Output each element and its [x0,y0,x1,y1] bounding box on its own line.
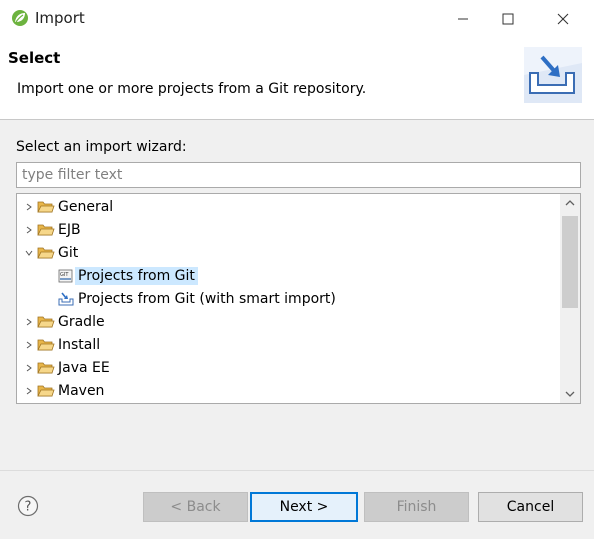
folder-icon [37,339,55,350]
svg-text:?: ? [25,500,32,515]
chevron-up-icon [565,200,575,206]
tree-item-projects-from-git-smart-import[interactable]: Projects from Git (with smart import) [57,287,557,310]
cancel-button[interactable]: Cancel [478,492,583,522]
finish-button[interactable]: Finish [364,492,469,522]
title-bar: Import [0,0,594,37]
tree-item-label: Gradle [58,313,105,330]
folder-icon [37,201,55,212]
svg-text:GIT: GIT [60,272,69,278]
tree-item-maven[interactable]: Maven [21,379,564,402]
tree-item-label: Projects from Git [75,266,198,285]
filter-input[interactable] [16,162,581,188]
folder-icon [37,316,55,327]
wizard-list-label: Select an import wizard: [16,139,187,155]
tree-item-general[interactable]: General [21,195,564,218]
spring-leaf-icon [12,10,28,26]
folder-icon [37,224,55,235]
tree-scrollbar[interactable] [560,194,580,403]
close-button[interactable] [540,0,586,37]
back-button[interactable]: < Back [143,492,248,522]
tree-item-label: Projects from Git (with smart import) [78,290,336,307]
tree-item-label: Java EE [58,359,110,376]
import-banner-icon [524,47,582,103]
tree-item-install[interactable]: Install [21,333,564,356]
chevron-right-icon[interactable] [21,337,37,353]
tree-item-label: Install [58,336,101,353]
tree-item-projects-from-git[interactable]: GIT Projects from Git [57,264,557,287]
scroll-down-button[interactable] [560,385,580,403]
git-repository-icon: GIT [58,269,73,282]
scroll-up-button[interactable] [560,194,580,212]
maximize-icon [502,13,514,24]
scroll-thumb[interactable] [562,216,578,308]
smart-import-icon [58,292,74,305]
chevron-right-icon[interactable] [21,360,37,376]
page-title: Select [8,49,61,67]
chevron-down-icon[interactable] [21,245,37,261]
tree-item-label: General [58,198,114,215]
tree-item-git[interactable]: Git [21,241,564,264]
minimize-icon [458,18,468,19]
tree-item-ejb[interactable]: EJB [21,218,564,241]
tree-item-label: Maven [58,382,105,399]
button-bar: ? < Back Next > Finish Cancel [0,470,594,539]
help-icon[interactable]: ? [17,495,39,517]
wizard-content: Select an import wizard: General EJB Git… [0,121,594,468]
folder-icon [37,362,55,373]
tree-item-java-ee[interactable]: Java EE [21,356,564,379]
close-icon [557,13,569,24]
window-title: Import [35,9,85,27]
page-description: Import one or more projects from a Git r… [17,81,367,97]
wizard-tree[interactable]: General EJB Git GIT Projects from Git Pr… [16,193,581,404]
chevron-right-icon[interactable] [21,199,37,215]
tree-item-label: Git [58,244,79,261]
chevron-right-icon[interactable] [21,222,37,238]
maximize-button[interactable] [485,0,531,37]
tree-item-gradle[interactable]: Gradle [21,310,564,333]
folder-icon [37,385,55,396]
next-button[interactable]: Next > [250,492,358,522]
chevron-down-icon [565,391,575,397]
minimize-button[interactable] [440,0,486,37]
tree-item-label: EJB [58,221,81,238]
chevron-right-icon[interactable] [21,383,37,399]
wizard-header: Select Import one or more projects from … [0,37,594,120]
chevron-right-icon[interactable] [21,314,37,330]
folder-open-icon [37,247,55,258]
